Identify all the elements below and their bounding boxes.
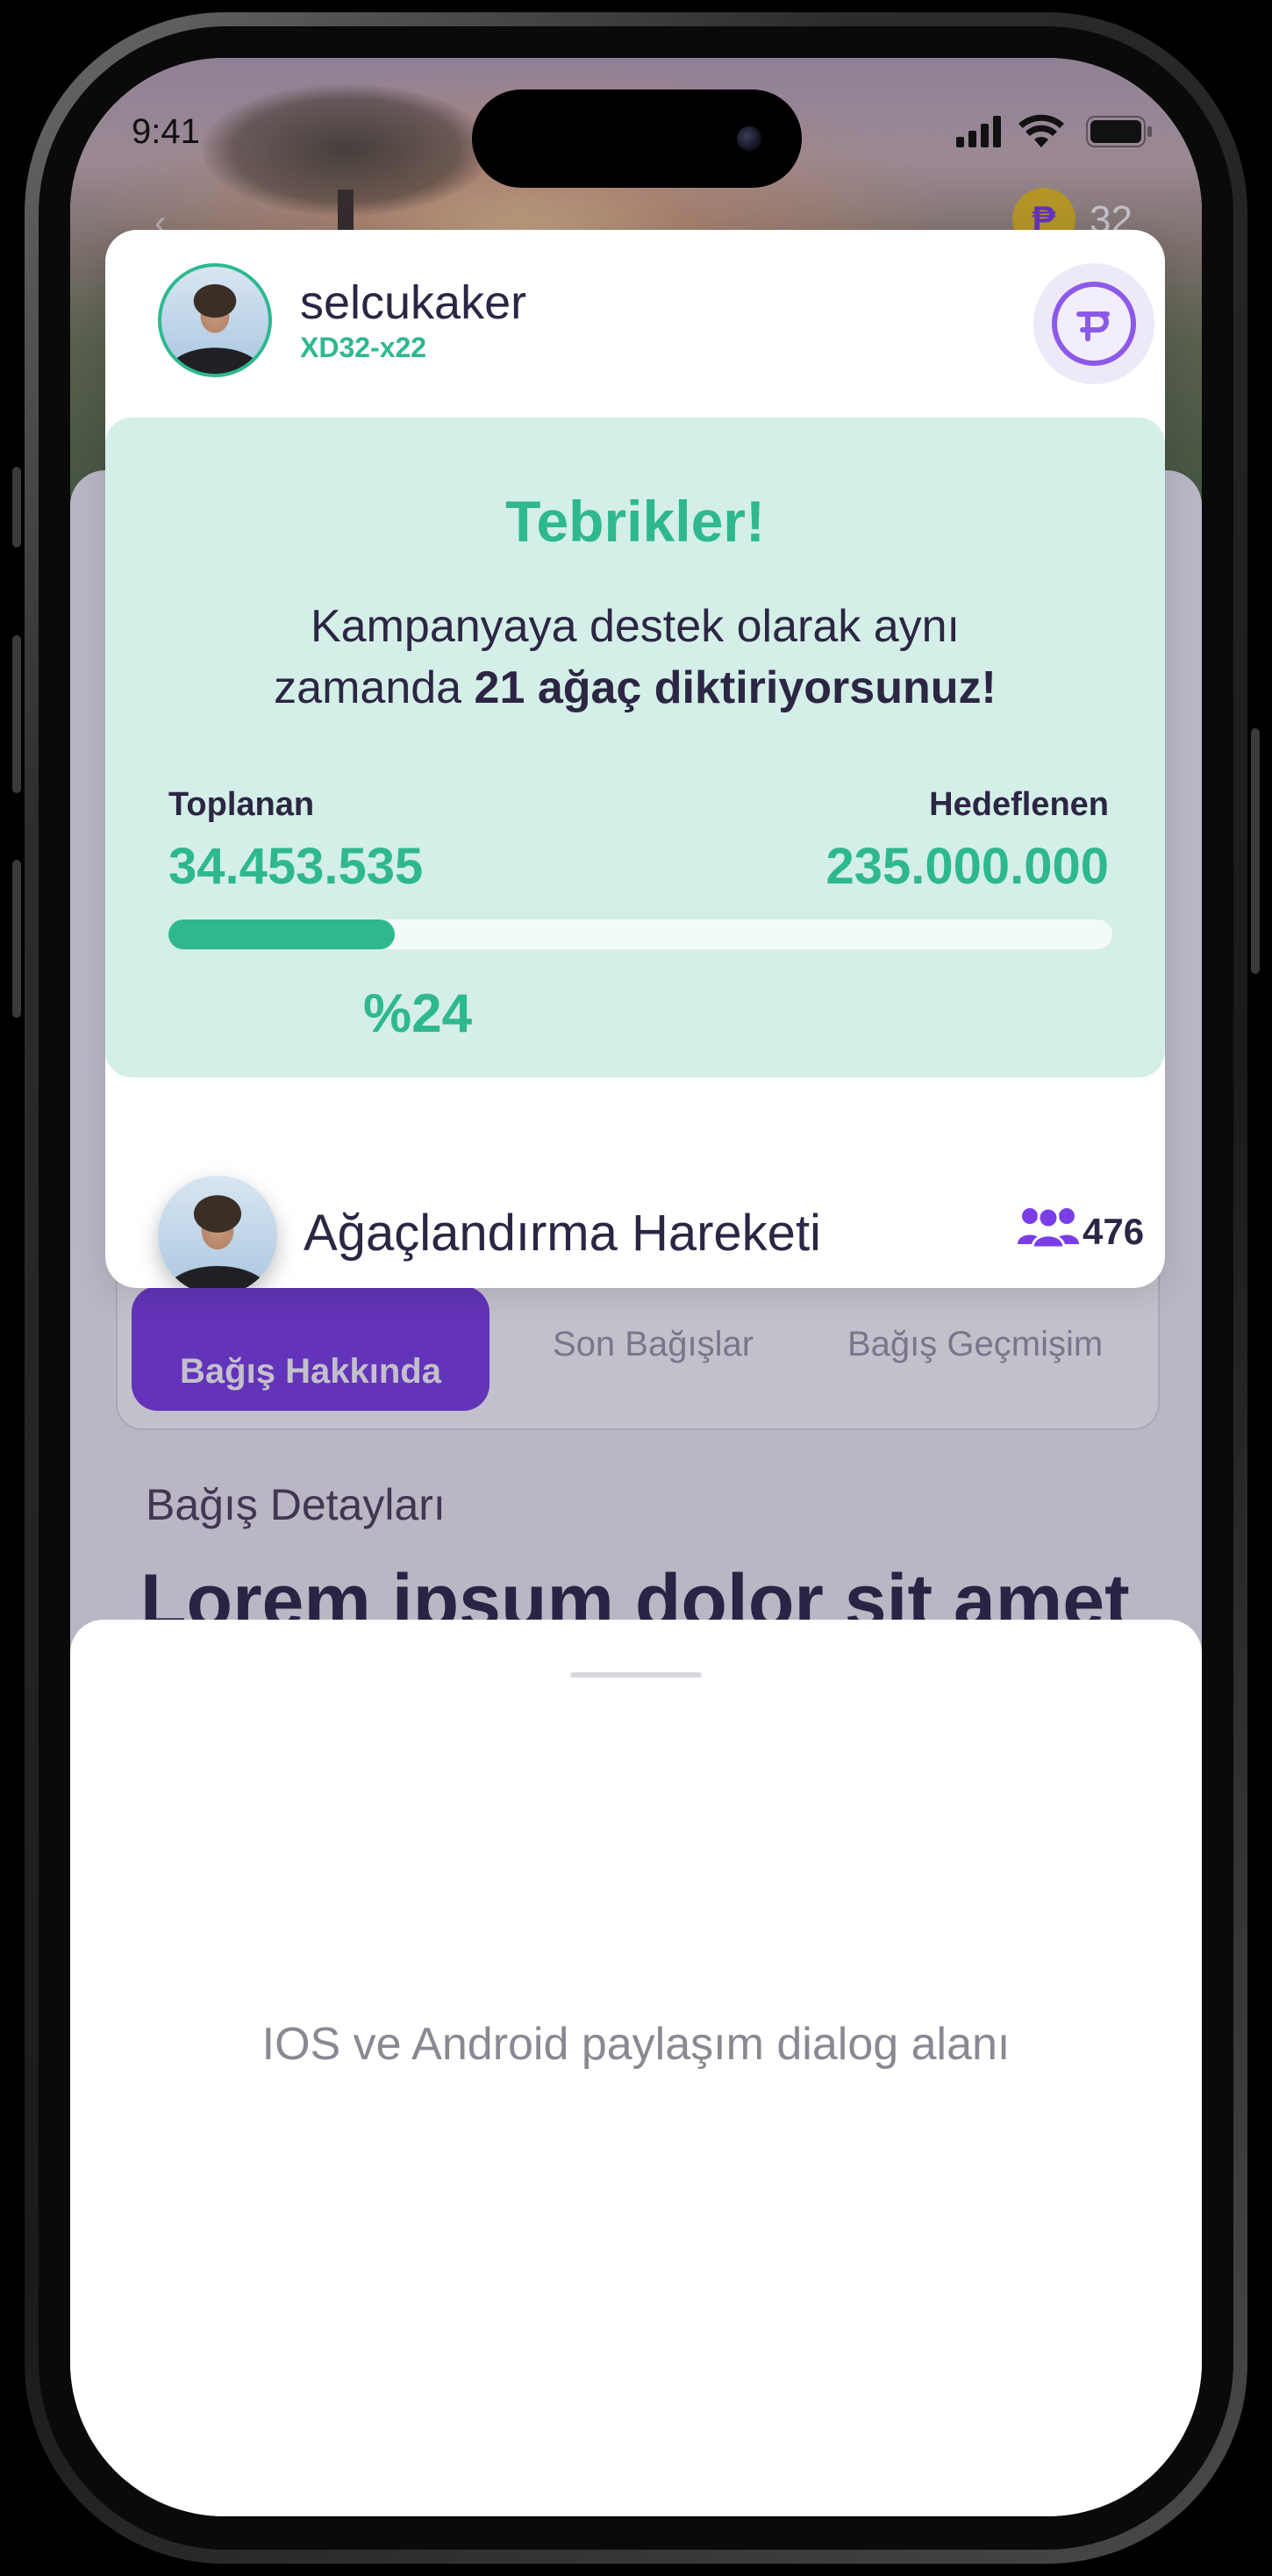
screen: ‹ ₱ 32 8276854 Bağış Hakkında Son Bağışl…	[70, 58, 1202, 2516]
tree-count-text: 21 ağaç diktiriyorsunuz!	[474, 662, 997, 713]
user-code: XD32-x22	[300, 332, 427, 363]
share-sheet: IOS ve Android paylaşım dialog alanı	[70, 1620, 1202, 2516]
coin-icon	[1052, 282, 1136, 366]
campaign-avatar[interactable]	[158, 1176, 277, 1288]
supporters-count: 476	[1083, 1211, 1145, 1252]
target-value: 235.000.000	[825, 838, 1109, 895]
progress-percent: %24	[363, 984, 473, 1044]
coin-button[interactable]	[1033, 263, 1154, 384]
sheet-grabber[interactable]	[570, 1672, 702, 1678]
user-avatar[interactable]	[158, 263, 272, 377]
target-label: Hedeflenen	[929, 786, 1109, 823]
progress-fill	[168, 919, 395, 949]
campaign-name[interactable]: Ağaçlandırma Hareketi	[304, 1204, 821, 1263]
success-message-prefix: zamanda	[274, 662, 475, 713]
collected-value: 34.453.535	[168, 838, 424, 895]
signal-icon	[956, 116, 1001, 147]
status-time: 9:41	[132, 112, 200, 151]
battery-icon	[1086, 116, 1152, 147]
success-panel: Tebrikler! Kampanyaya destek olarak aynı…	[105, 418, 1165, 1077]
wifi-icon	[1018, 114, 1064, 147]
people-icon	[1018, 1206, 1079, 1248]
power-button	[1251, 728, 1260, 974]
share-dialog-placeholder: IOS ve Android paylaşım dialog alanı	[261, 2019, 1011, 2070]
username: selcukaker	[300, 276, 527, 329]
success-message-line-1: Kampanyaya destek olarak aynı	[311, 601, 960, 652]
success-message-line-2: zamanda 21 ağaç diktiriyorsunuz!	[105, 662, 1165, 714]
congrats-title: Tebrikler!	[505, 489, 765, 554]
volume-up-button	[12, 635, 21, 793]
volume-down-button	[12, 860, 21, 1018]
collected-label: Toplanan	[168, 786, 315, 823]
camera-dot	[737, 126, 761, 151]
donation-success-card: selcukaker XD32-x22 Tebrikler! Kampanyay…	[105, 230, 1165, 1288]
action-button	[12, 467, 21, 547]
